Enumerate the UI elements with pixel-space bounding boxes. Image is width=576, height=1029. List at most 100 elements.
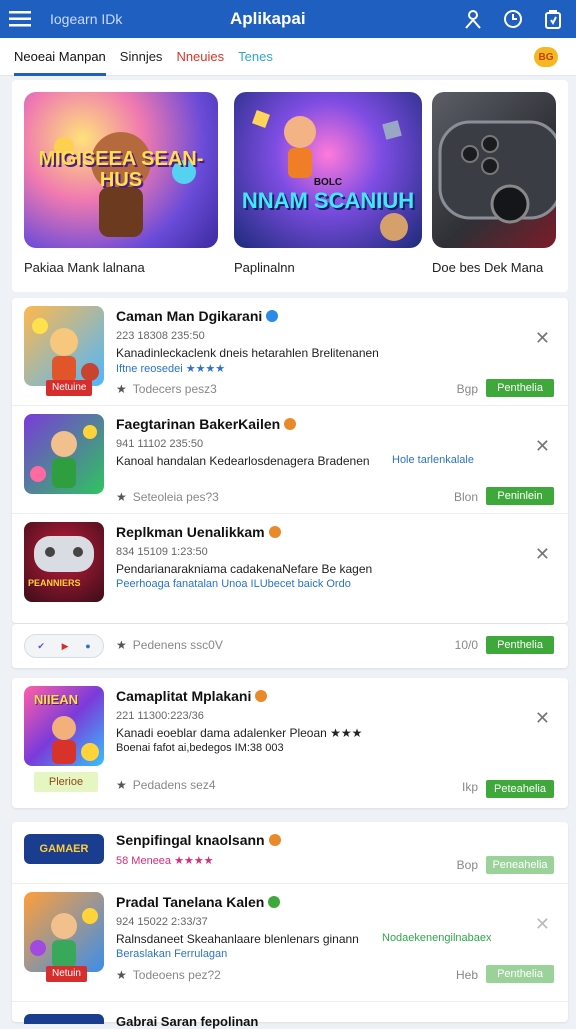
app-icon-title: NIIEAN (34, 692, 79, 707)
list-item[interactable]: NIIEAN Plerioe Camaplitat Mplakani 221 1… (12, 678, 568, 808)
new-badge: Netuin (46, 966, 87, 982)
app-name: Camaplitat Mplakani (116, 688, 252, 704)
app-meta: 941 11102 235:50 (116, 438, 204, 450)
featured-card-2[interactable]: BOLC NNAM SCANIUH Paplinalnn (234, 92, 422, 275)
rating-text: Todeoens pez?2 (132, 968, 221, 982)
check-icon: ✔ (37, 640, 45, 651)
category-tabs: Neoeai Manpan Sinnjes Nneuies Tenes BG (0, 38, 576, 76)
app-footer-row[interactable]: ✔ ▶ ● ★ Pedenens ssc0V 10/0 Penthelia (12, 624, 568, 668)
search-hint[interactable]: Iogearn IDk (50, 11, 230, 27)
app-meta: 834 15109 1:23:50 (116, 546, 208, 558)
rating-text: Todecers pesz3 (132, 382, 217, 396)
app-icon (24, 306, 104, 386)
app-size: Heb (455, 968, 478, 982)
app-subdescription: Iftne reosedei ★★★★ (116, 363, 226, 375)
app-description: Pendarianarakniama cadakenaNefare Be kag… (116, 562, 373, 576)
chat-icon: ● (85, 641, 91, 651)
app-name: Caman Man Dgikarani (116, 308, 263, 324)
app-list-3: GAMAER Senpifingal knaolsann 58 Meneea ★… (12, 822, 568, 1029)
app-icon (24, 414, 104, 494)
featured-art-title-1: MIGISEEA SEAN-HUS (38, 148, 204, 191)
install-button[interactable]: Penthelia (486, 636, 554, 654)
app-name: Senpifingal knaolsann (116, 832, 265, 848)
app-subdescription: Boenai fafot ai,bedegos IM:38 003 (116, 742, 284, 754)
app-list-2: NIIEAN Plerioe Camaplitat Mplakani 221 1… (12, 678, 568, 808)
app-icon-title: GAMAER (24, 834, 104, 864)
star-icon: ★ (116, 968, 127, 982)
app-icon (24, 1014, 104, 1024)
app-list-1: Netuine Caman Man Dgikarani 223 18308 23… (12, 298, 568, 623)
app-subdescription: Peerhoaga fanatalan Unoa ILUbecet baick … (116, 578, 351, 590)
clock-icon[interactable] (502, 8, 524, 30)
list-item[interactable]: Faegtarinan BakerKailen 941 11102 235:50… (12, 406, 568, 514)
app-description: Kanadi eoeblar dama adalenker Pleoan ★★★ (116, 726, 363, 740)
new-badge: Netuine (46, 380, 93, 396)
close-icon[interactable]: ✕ (535, 544, 550, 565)
list-item[interactable]: PEANNIERS Replkman Uenalikkam 834 15109 … (12, 514, 568, 622)
featured-label-1: Pakiaa Mank lalnana (24, 260, 145, 275)
top-app-bar: Iogearn IDk Aplikapai (0, 0, 576, 38)
featured-label-3: Doe bes Dek Mana (432, 260, 544, 275)
app-size: Ikp (461, 780, 478, 794)
rating-text: Pedenens ssc0V (132, 638, 223, 652)
app-description: Kanadinleckaclenk dneis hetarahlen Breli… (116, 346, 379, 360)
star-icon: ★ (116, 490, 127, 504)
tab-main[interactable]: Neoeai Manpan (14, 38, 106, 76)
app-meta: 58 Meneea ★★★★ (116, 855, 214, 867)
featured-image-1: MIGISEEA SEAN-HUS (24, 92, 218, 248)
flame-icon (255, 690, 268, 702)
flame-icon (268, 526, 281, 538)
install-button[interactable]: Peninlein (486, 487, 554, 505)
verified-icon (268, 896, 281, 908)
app-title: Aplikapai (230, 9, 306, 28)
app-size: Blon (453, 490, 478, 504)
app-meta: 924 15022 2:33/37 (116, 916, 208, 928)
star-icon: ★ (116, 638, 127, 652)
list-item[interactable]: Netuin Pradal Tanelana Kalen 924 15022 2… (12, 884, 568, 1002)
install-button[interactable]: Penthelia (486, 379, 554, 397)
coin-badge[interactable]: BG (534, 47, 558, 67)
app-icon-title: PEANNIERS (28, 578, 81, 588)
app-icon (24, 892, 104, 972)
featured-card-1[interactable]: MIGISEEA SEAN-HUS Pakiaa Mank lalnana (24, 92, 218, 275)
tab-fourth[interactable]: Tenes (238, 38, 273, 76)
app-size: 10/0 (454, 638, 478, 652)
install-button[interactable]: Peteahelia (486, 780, 554, 798)
install-button[interactable]: Penthelia (486, 965, 554, 983)
app-subdescription: Hole tarlenkalale (392, 454, 474, 466)
app-meta: 221 11300:223/36 (116, 710, 204, 722)
install-button[interactable]: Peneahelia (486, 856, 554, 874)
tab-second[interactable]: Sinnjes (120, 38, 163, 76)
flame-icon (268, 834, 281, 846)
close-icon[interactable]: ✕ (535, 914, 550, 935)
flame-icon (284, 418, 297, 430)
partner-logos: ✔ ▶ ● (24, 634, 104, 658)
list-item[interactable]: GAMAER Senpifingal knaolsann 58 Meneea ★… (12, 822, 568, 884)
app-name: Faegtarinan BakerKailen (116, 416, 281, 432)
close-icon[interactable]: ✕ (535, 708, 550, 729)
close-icon[interactable]: ✕ (535, 436, 550, 457)
bag-icon[interactable] (542, 8, 564, 30)
featured-carousel: MIGISEEA SEAN-HUS Pakiaa Mank lalnana BO… (12, 80, 568, 292)
app-name: Replkman Uenalikkam (116, 524, 265, 540)
rating-text: Pedadens sez4 (132, 778, 216, 792)
featured-card-3[interactable]: Doe bes Dek Mana (432, 92, 556, 275)
app-description: Kanoal handalan Kedearlosdenagera Braden… (116, 454, 370, 468)
app-description: Ralnsdaneet Skeahanlaare blenlenars gina… (116, 932, 359, 946)
menu-icon[interactable] (0, 0, 40, 38)
user-icon[interactable] (462, 8, 484, 30)
app-size: Bop (456, 858, 478, 872)
app-name: Pradal Tanelana Kalen (116, 894, 265, 910)
featured-image-2: BOLC NNAM SCANIUH (234, 92, 422, 248)
star-icon: ★ (116, 382, 127, 396)
rating-text: Seteoleia pes?3 (132, 490, 219, 504)
close-icon[interactable]: ✕ (535, 328, 550, 349)
list-item[interactable]: Netuine Caman Man Dgikarani 223 18308 23… (12, 298, 568, 406)
app-subdescription: Beraslakan Ferrulagan (116, 948, 228, 960)
star-icon: ★ (116, 778, 127, 792)
app-name: Gabrai Saran fepolinan (116, 1014, 259, 1029)
tab-third[interactable]: Nneuies (176, 38, 224, 76)
app-icon: NIIEAN (24, 686, 104, 766)
app-icon: PEANNIERS (24, 522, 104, 602)
featured-art-title-2: NNAM SCANIUH (241, 187, 415, 213)
